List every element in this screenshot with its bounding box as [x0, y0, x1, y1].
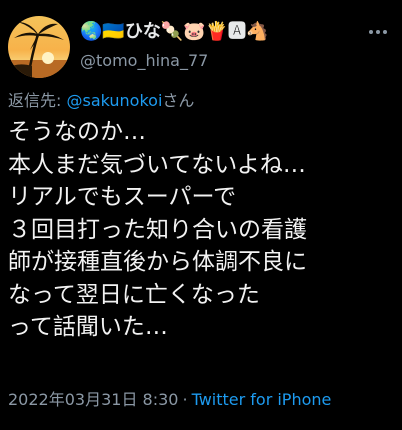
- tweet-timestamp[interactable]: 2022年03月31日 8:30: [8, 390, 178, 409]
- tweet-line: 本人まだ気づいてないよね…: [8, 151, 306, 178]
- tweet-line: なって翌日に亡くなった: [8, 281, 260, 308]
- tweet-meta: 2022年03月31日 8:30 · Twitter for iPhone: [8, 388, 331, 412]
- reply-suffix: さん: [162, 91, 195, 110]
- more-options-icon[interactable]: [366, 20, 390, 44]
- user-handle[interactable]: @tomo_hina_77: [80, 50, 370, 72]
- avatar[interactable]: [8, 16, 70, 78]
- tweet-line: リアルでもスーパーで: [8, 184, 237, 210]
- palm-sunset-avatar-image: [8, 16, 70, 78]
- tweet-line: 師が接種直後から体調不良に: [8, 249, 307, 275]
- reply-mention-link[interactable]: @sakunokoi: [66, 91, 162, 110]
- tweet-line: って話聞いた…: [8, 314, 168, 340]
- reply-context: 返信先: @sakunokoiさん: [8, 89, 194, 113]
- tweet-text: そうなのか… 本人まだ気づいてないよね… リアルでもスーパーで ３回目打った知り…: [8, 116, 398, 344]
- tweet-source-link[interactable]: Twitter for iPhone: [192, 390, 332, 409]
- meta-separator: ·: [182, 390, 188, 409]
- display-name[interactable]: 🌏🇺🇦ひな🍡🐷🍟🅰🐴: [80, 20, 370, 44]
- reply-prefix: 返信先:: [8, 91, 67, 110]
- user-info: 🌏🇺🇦ひな🍡🐷🍟🅰🐴 @tomo_hina_77: [80, 20, 370, 72]
- tweet-line: そうなのか…: [8, 119, 146, 145]
- tweet-line: ３回目打った知り合いの看護: [8, 216, 307, 243]
